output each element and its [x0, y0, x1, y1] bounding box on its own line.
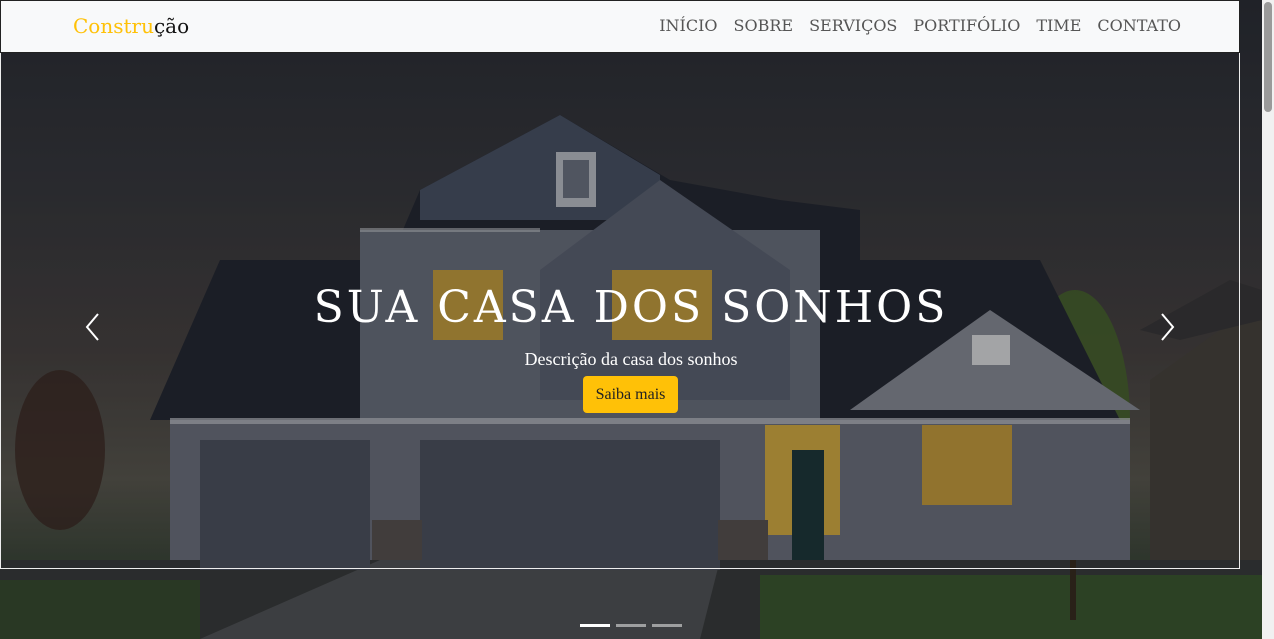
brand-rest: ção [153, 14, 190, 38]
carousel-prev-button[interactable] [84, 312, 104, 342]
carousel-indicator-3[interactable] [652, 624, 682, 627]
carousel-next-button[interactable] [1158, 312, 1178, 342]
brand-accent: Constru [73, 14, 154, 38]
nav-item-inicio[interactable]: INÍCIO [659, 16, 717, 36]
nav-item-portifolio[interactable]: PORTIFÓLIO [913, 16, 1020, 36]
hero-title: SUA CASA DOS SONHOS [313, 282, 949, 333]
nav-item-servicos[interactable]: SERVIÇOS [809, 16, 897, 36]
saiba-mais-button[interactable]: Saiba mais [583, 376, 678, 413]
scrollbar-thumb[interactable] [1264, 2, 1272, 112]
carousel-indicator-2[interactable] [616, 624, 646, 627]
nav-item-time[interactable]: TIME [1036, 16, 1081, 36]
carousel-indicator-1[interactable] [580, 624, 610, 627]
carousel-indicators [580, 624, 682, 627]
chevron-left-icon [85, 313, 99, 341]
nav-links: INÍCIO SOBRE SERVIÇOS PORTIFÓLIO TIME CO… [659, 16, 1181, 36]
page-scrollbar[interactable] [1262, 0, 1274, 639]
nav-item-contato[interactable]: CONTATO [1097, 16, 1181, 36]
nav-item-sobre[interactable]: SOBRE [734, 16, 794, 36]
navbar: Construção INÍCIO SOBRE SERVIÇOS PORTIFÓ… [0, 0, 1240, 53]
chevron-right-icon [1161, 313, 1175, 341]
hero-description: Descrição da casa dos sonhos [524, 349, 738, 369]
hero-carousel: SUA CASA DOS SONHOS Descrição da casa do… [0, 0, 1262, 639]
brand-logo[interactable]: Construção [73, 14, 189, 38]
page: SUA CASA DOS SONHOS Descrição da casa do… [0, 0, 1274, 639]
